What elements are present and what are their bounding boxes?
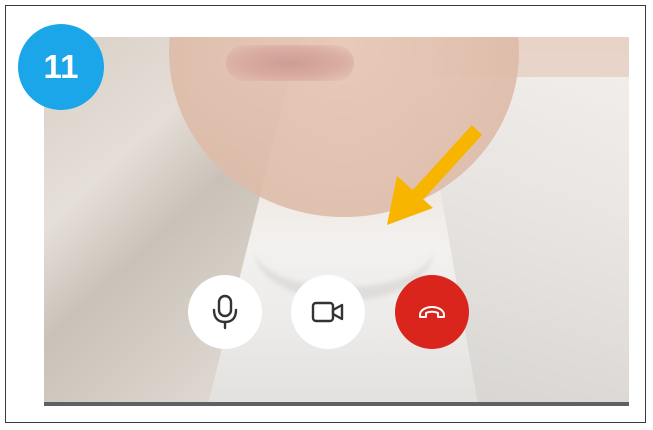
video-lip: [226, 45, 354, 81]
video-camera-icon: [311, 301, 344, 323]
arrow-annotation-icon: [387, 125, 483, 225]
step-number: 11: [43, 48, 79, 85]
call-controls: [188, 275, 478, 349]
hang-up-phone-icon: [419, 306, 445, 318]
video-bottom-bar: [44, 402, 629, 406]
microphone-icon: [212, 294, 238, 330]
step-number-badge: 11: [18, 24, 104, 110]
camera-button[interactable]: [291, 275, 365, 349]
microphone-button[interactable]: [188, 275, 262, 349]
end-call-button[interactable]: [395, 275, 469, 349]
